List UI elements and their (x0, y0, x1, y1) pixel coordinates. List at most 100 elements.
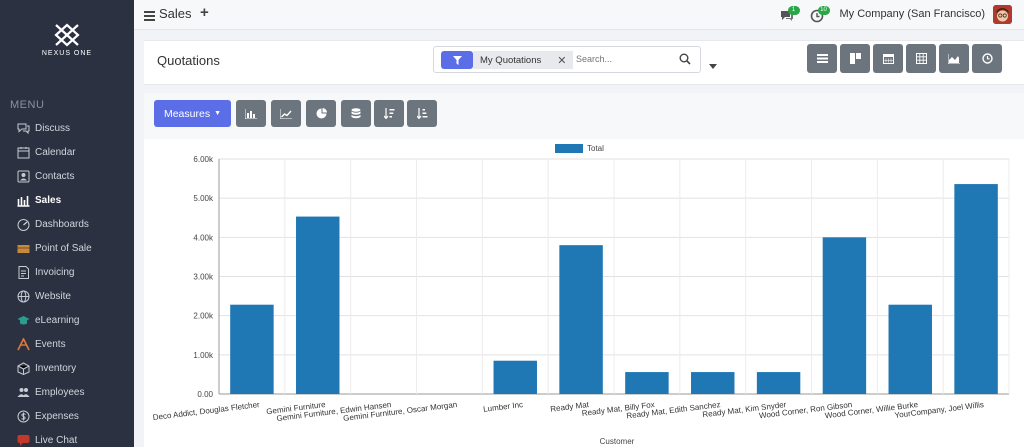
bar-chart-icon (245, 108, 257, 119)
bar[interactable] (756, 372, 801, 394)
graph-toolbar: Measures ▼ (144, 93, 1024, 139)
y-tick-label: 3.00k (193, 273, 214, 282)
app-logo[interactable]: NEXUS ONE (0, 22, 134, 57)
y-tick-label: 1.00k (193, 351, 214, 360)
pie-chart-icon (316, 108, 327, 119)
clock-icon (981, 53, 993, 64)
elearning-icon (17, 314, 30, 327)
stacked-button[interactable] (341, 100, 371, 127)
sidebar-item-label: Employees (35, 386, 85, 398)
sidebar-item-calendar[interactable]: Calendar (0, 140, 134, 164)
sidebar-item-label: Inventory (35, 362, 77, 374)
y-tick-label: 5.00k (193, 194, 214, 203)
kanban-view-button[interactable] (840, 44, 870, 73)
line-chart-button[interactable] (271, 100, 301, 127)
table-icon (915, 53, 927, 64)
measures-dropdown[interactable]: Measures ▼ (154, 100, 231, 127)
list-view-button[interactable] (807, 44, 837, 73)
sidebar-item-label: Point of Sale (35, 242, 92, 254)
sidebar-item-sales[interactable]: Sales (0, 188, 134, 212)
sort-descending-button[interactable] (374, 100, 404, 127)
sidebar-item-label: Website (35, 290, 71, 302)
y-tick-label: 6.00k (193, 155, 214, 164)
calendar-view-button[interactable] (873, 44, 903, 73)
search-options-toggle[interactable] (709, 56, 717, 74)
bar[interactable] (559, 245, 603, 394)
legend-label[interactable]: Total (587, 144, 604, 153)
line-chart-icon (280, 108, 292, 119)
filter-icon (441, 51, 473, 69)
search-input[interactable] (576, 54, 671, 64)
sidebar-item-discuss[interactable]: Discuss (0, 116, 134, 140)
view-switcher (807, 44, 1005, 73)
page-title: Quotations (157, 53, 220, 68)
sidebar-item-contacts[interactable]: Contacts (0, 164, 134, 188)
activity-view-button[interactable] (972, 44, 1002, 73)
user-avatar[interactable] (993, 4, 1012, 24)
messages-badge: 1 (787, 6, 800, 15)
pie-chart-button[interactable] (306, 100, 336, 127)
sidebar-item-label: Discuss (35, 122, 71, 134)
facet-label: My Quotations (480, 54, 542, 66)
app-title[interactable]: Sales (159, 6, 192, 21)
messages-button[interactable]: 1 (780, 4, 802, 24)
sidebar-item-label: Calendar (35, 146, 76, 158)
top-bar: Sales + 1 10 My Company (San Francisco) (134, 0, 1024, 30)
bar[interactable] (822, 237, 867, 394)
search-icon[interactable] (679, 52, 691, 70)
hamburger-menu-icon[interactable] (144, 8, 155, 26)
bar-chart: 0.00 1.00k 2.00k 3.00k 4.00k 5.00k 6.00k Deco A… (152, 144, 1010, 446)
systray: 1 10 My Company (San Francisco) (780, 4, 1012, 24)
area-chart-icon (948, 53, 960, 64)
menu-label: MENU (10, 99, 45, 111)
bar[interactable] (691, 372, 735, 394)
y-tick-label: 0.00 (197, 390, 213, 399)
sidebar-item-inventory[interactable]: Inventory (0, 356, 134, 380)
caret-down-icon: ▼ (214, 110, 222, 117)
y-tick-label: 2.00k (193, 312, 214, 321)
bar[interactable] (888, 304, 932, 394)
sidebar-item-elearning[interactable]: eLearning (0, 308, 134, 332)
sidebar-item-dashboards[interactable]: Dashboards (0, 212, 134, 236)
search-bar[interactable]: My Quotations ✕ (433, 46, 701, 73)
nexus-logo-icon (54, 23, 80, 47)
sidebar-item-label: Expenses (35, 410, 79, 422)
pivot-view-button[interactable] (906, 44, 936, 73)
sidebar-nav: Discuss Calendar Contacts Sales Dashboards Po… (0, 116, 134, 447)
sidebar-item-live-chat[interactable]: Live Chat (0, 428, 134, 447)
quick-create-button[interactable]: + (200, 4, 209, 21)
sort-ascending-button[interactable] (407, 100, 437, 127)
bar-chart-button[interactable] (236, 100, 266, 127)
activities-button[interactable]: 10 (810, 4, 832, 24)
caret-down-icon (709, 64, 717, 69)
sidebar-item-employees[interactable]: Employees (0, 380, 134, 404)
dashboard-icon (17, 218, 30, 231)
chart-area: 0.00 1.00k 2.00k 3.00k 4.00k 5.00k 6.00k Deco A… (144, 139, 1024, 447)
graph-view-button[interactable] (939, 44, 969, 73)
sidebar-item-invoicing[interactable]: Invoicing (0, 260, 134, 284)
x-axis-label: Customer (600, 437, 635, 446)
bar[interactable] (296, 216, 340, 394)
sidebar-item-label: Sales (35, 194, 62, 206)
kanban-icon (849, 53, 861, 64)
facet-remove-icon[interactable]: ✕ (557, 54, 566, 67)
logo-text: NEXUS ONE (41, 50, 93, 57)
bar[interactable] (493, 360, 537, 394)
livechat-icon (17, 434, 30, 447)
bar[interactable] (625, 372, 669, 394)
control-panel: Quotations My Quotations ✕ (144, 40, 1024, 85)
y-tick-label: 4.00k (193, 233, 214, 242)
bar[interactable] (230, 304, 274, 394)
sidebar-item-website[interactable]: Website (0, 284, 134, 308)
legend-swatch (555, 144, 583, 153)
events-icon (17, 337, 30, 351)
sales-icon (17, 194, 30, 207)
company-switcher[interactable]: My Company (San Francisco) (840, 8, 986, 20)
sort-descending-icon (383, 108, 394, 119)
bar[interactable] (954, 184, 998, 394)
sidebar-item-events[interactable]: Events (0, 332, 134, 356)
sidebar-item-point-of-sale[interactable]: Point of Sale (0, 236, 134, 260)
expenses-icon (17, 410, 30, 423)
sidebar-item-expenses[interactable]: Expenses (0, 404, 134, 428)
employees-icon (17, 386, 30, 399)
